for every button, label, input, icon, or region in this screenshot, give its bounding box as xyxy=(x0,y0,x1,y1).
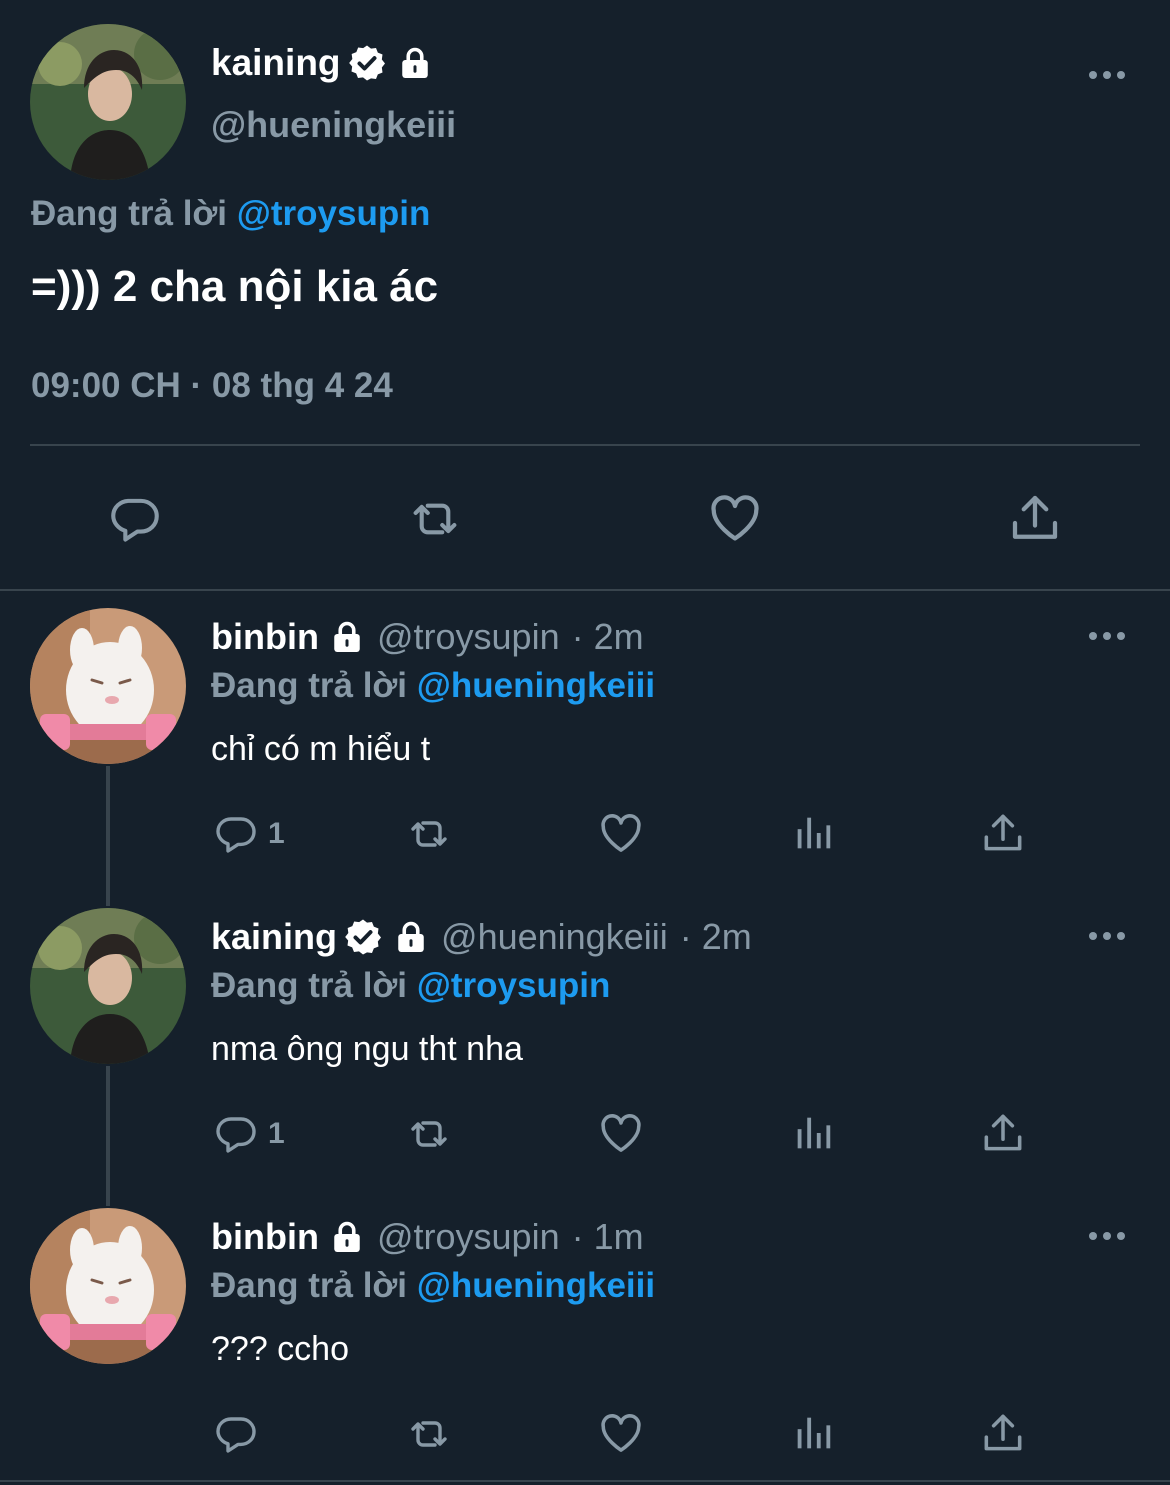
reply-count: 1 xyxy=(268,817,285,850)
views-button[interactable] xyxy=(790,1410,836,1456)
retweet-button[interactable] xyxy=(402,1410,456,1458)
author-name[interactable]: kaining xyxy=(211,914,337,960)
share-icon xyxy=(978,1408,1028,1458)
avatar[interactable] xyxy=(30,608,186,764)
tweet-timestamp[interactable]: 09:00 CH · 08 thg 4 24 xyxy=(31,366,393,406)
reply-to-link[interactable]: @troysupin xyxy=(237,194,431,233)
verified-icon xyxy=(343,917,383,957)
author-name-row[interactable]: binbin @troysupin · 2m xyxy=(211,614,644,660)
reply-count: 1 xyxy=(268,1117,285,1150)
retweet-icon xyxy=(402,810,456,858)
reply-prefix: Đang trả lời xyxy=(211,1266,408,1305)
share-button[interactable] xyxy=(978,1108,1028,1158)
retweet-icon xyxy=(402,1410,456,1458)
like-button[interactable] xyxy=(705,488,765,548)
reply-context: Đang trả lời @troysupin xyxy=(211,966,610,1006)
author-name-row[interactable]: kaining xyxy=(211,40,433,86)
reply-prefix: Đang trả lời xyxy=(31,194,228,233)
reply-button[interactable] xyxy=(106,490,164,548)
author-handle[interactable]: @troysupin xyxy=(377,614,560,660)
like-button[interactable] xyxy=(596,808,646,858)
reply-context: Đang trả lời @hueningkeiii xyxy=(211,666,655,706)
views-icon xyxy=(790,1110,836,1156)
divider xyxy=(30,444,1140,446)
reply-icon xyxy=(212,1110,260,1158)
thread-line xyxy=(106,1066,110,1206)
reply-to-link[interactable]: @troysupin xyxy=(417,966,611,1005)
tweet-text: =))) 2 cha nội kia ác xyxy=(31,262,439,311)
author-name-row[interactable]: kaining @hueningkeiii · 2m xyxy=(211,914,752,960)
author-name[interactable]: binbin xyxy=(211,1214,319,1260)
reply-context: Đang trả lời @hueningkeiii xyxy=(211,1266,655,1306)
avatar-image xyxy=(30,1208,186,1364)
author-name[interactable]: kaining xyxy=(211,42,341,84)
avatar[interactable] xyxy=(30,1208,186,1364)
reply-to-link[interactable]: @hueningkeiii xyxy=(417,1266,655,1305)
like-icon xyxy=(596,1408,646,1458)
reply-button[interactable]: 1 xyxy=(212,1110,285,1158)
avatar-image xyxy=(30,908,186,1064)
share-icon xyxy=(978,808,1028,858)
like-icon xyxy=(705,488,765,548)
retweet-button[interactable] xyxy=(402,810,456,858)
avatar[interactable] xyxy=(30,24,186,180)
author-handle[interactable]: @hueningkeiii xyxy=(211,104,456,146)
author-handle[interactable]: @hueningkeiii xyxy=(441,914,668,960)
more-icon[interactable] xyxy=(1088,930,1126,942)
reply-to-link[interactable]: @hueningkeiii xyxy=(417,666,655,705)
author-name[interactable]: binbin xyxy=(211,614,319,660)
views-icon xyxy=(790,810,836,856)
thread-line xyxy=(106,766,110,906)
tweet-time[interactable]: · 2m xyxy=(680,914,752,960)
lock-icon xyxy=(393,918,429,956)
reply-button[interactable]: 1 xyxy=(212,810,285,858)
more-icon[interactable] xyxy=(1088,69,1126,81)
avatar[interactable] xyxy=(30,908,186,1064)
verified-icon xyxy=(347,43,387,83)
more-icon[interactable] xyxy=(1088,1230,1126,1242)
reply-prefix: Đang trả lời xyxy=(211,666,408,705)
author-name-row[interactable]: binbin @troysupin · 1m xyxy=(211,1214,644,1260)
views-icon xyxy=(790,1410,836,1456)
reply-context: Đang trả lời @troysupin xyxy=(31,194,430,234)
tweet-time[interactable]: · 2m xyxy=(572,614,644,660)
share-button[interactable] xyxy=(978,1408,1028,1458)
tweet-text: chỉ có m hiểu t xyxy=(211,730,431,768)
reply-icon xyxy=(106,490,164,548)
reply-prefix: Đang trả lời xyxy=(211,966,408,1005)
divider xyxy=(0,1480,1170,1482)
like-button[interactable] xyxy=(596,1408,646,1458)
reply-button[interactable] xyxy=(212,1410,260,1458)
reply-icon xyxy=(212,810,260,858)
like-icon xyxy=(596,808,646,858)
divider xyxy=(0,589,1170,591)
share-icon xyxy=(978,1108,1028,1158)
reply-icon xyxy=(212,1410,260,1458)
like-button[interactable] xyxy=(596,1108,646,1158)
avatar-image xyxy=(30,24,186,180)
share-button[interactable] xyxy=(1005,488,1065,548)
lock-icon xyxy=(329,1218,365,1256)
share-icon xyxy=(1005,488,1065,548)
retweet-icon xyxy=(402,1110,456,1158)
like-icon xyxy=(596,1108,646,1158)
avatar-image xyxy=(30,608,186,764)
views-button[interactable] xyxy=(790,1110,836,1156)
more-icon[interactable] xyxy=(1088,630,1126,642)
retweet-icon xyxy=(402,490,468,548)
tweet-text: nma ông ngu tht nha xyxy=(211,1030,523,1068)
retweet-button[interactable] xyxy=(402,490,468,548)
retweet-button[interactable] xyxy=(402,1110,456,1158)
author-handle[interactable]: @troysupin xyxy=(377,1214,560,1260)
tweet-text: ??? ccho xyxy=(211,1330,349,1368)
tweet-time[interactable]: · 1m xyxy=(572,1214,644,1260)
lock-icon xyxy=(329,618,365,656)
share-button[interactable] xyxy=(978,808,1028,858)
lock-icon xyxy=(397,44,433,82)
views-button[interactable] xyxy=(790,810,836,856)
